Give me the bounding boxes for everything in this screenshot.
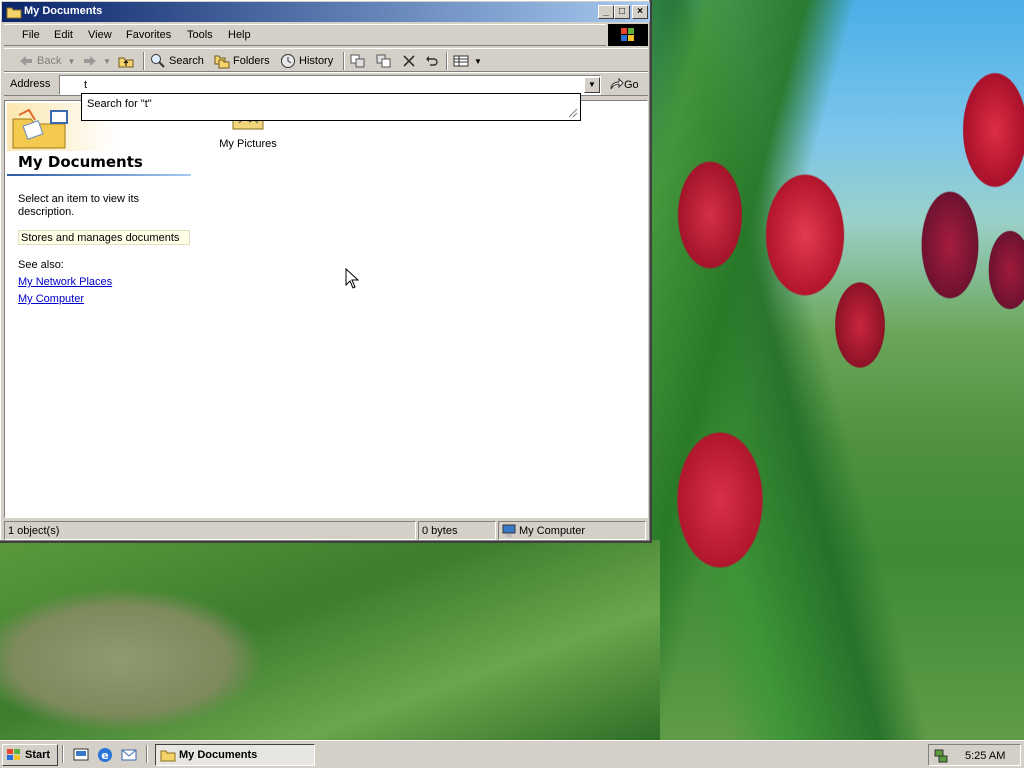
- go-label: Go: [624, 79, 639, 91]
- folders-label: Folders: [233, 55, 270, 67]
- go-button[interactable]: Go: [608, 77, 639, 93]
- explorer-window: My Documents _ □ × File Edit View Favori…: [0, 0, 652, 543]
- menu-view[interactable]: View: [88, 29, 112, 41]
- search-label: Search: [169, 55, 204, 67]
- menu-bar: File Edit View Favorites Tools Help: [4, 24, 606, 46]
- maximize-button[interactable]: □: [614, 5, 630, 19]
- status-zone: My Computer: [498, 521, 646, 540]
- standard-toolbar: Back ▼ ▼ Search Folders History ▼: [4, 48, 648, 72]
- address-input[interactable]: [59, 75, 601, 95]
- folders-icon: [214, 55, 230, 69]
- start-button[interactable]: Start: [2, 744, 58, 766]
- move-to-button[interactable]: [350, 51, 369, 71]
- go-arrow-icon: [610, 77, 624, 90]
- forward-arrow-icon: [84, 56, 96, 66]
- mouse-cursor-icon: [345, 268, 359, 289]
- link-my-computer[interactable]: My Computer: [18, 293, 84, 305]
- folder-content-pane[interactable]: My Documents Select an item to view its …: [4, 100, 648, 518]
- svg-text:e: e: [101, 749, 108, 762]
- taskbar-clock[interactable]: 5:25 AM: [965, 750, 1005, 762]
- menu-file[interactable]: File: [22, 29, 40, 41]
- toolbar-separator: [343, 52, 345, 70]
- undo-icon: [426, 56, 438, 66]
- my-computer-icon: [502, 524, 516, 537]
- delete-icon: [403, 55, 415, 67]
- folder-title: My Documents: [18, 153, 143, 171]
- see-also-label: See also:: [18, 259, 64, 271]
- history-label: History: [299, 55, 334, 67]
- taskbar: Start e My Documents 5:25 AM: [0, 740, 1024, 768]
- search-icon: [151, 54, 165, 68]
- windows-flag-icon: [7, 749, 20, 760]
- toolbar-separator: [446, 52, 448, 70]
- folder-info-box: Stores and manages documents: [18, 230, 190, 245]
- up-folder-icon: [118, 57, 134, 68]
- title-divider: [7, 174, 191, 176]
- close-button[interactable]: ×: [632, 5, 648, 19]
- back-button[interactable]: Back ▼: [18, 51, 75, 71]
- minimize-button[interactable]: _: [598, 5, 614, 19]
- network-icon[interactable]: [933, 748, 949, 764]
- move-to-icon: [350, 54, 365, 68]
- menu-favorites[interactable]: Favorites: [126, 29, 171, 41]
- history-icon: [281, 54, 295, 68]
- forward-dropdown-icon[interactable]: ▼: [103, 57, 111, 66]
- up-folder-button[interactable]: [118, 51, 137, 71]
- folders-button[interactable]: Folders: [214, 51, 270, 71]
- views-button[interactable]: ▼: [453, 51, 482, 71]
- undo-button[interactable]: [424, 51, 443, 71]
- back-dropdown-icon[interactable]: ▼: [67, 57, 75, 66]
- windows-logo-icon: [608, 24, 648, 46]
- taskbar-task-label: My Documents: [179, 749, 258, 761]
- taskbar-separator: [62, 745, 64, 763]
- desktop-wallpaper-foliage: [0, 540, 660, 740]
- history-button[interactable]: History: [280, 51, 333, 71]
- views-icon: [453, 55, 469, 67]
- back-arrow-icon: [20, 56, 32, 66]
- title-bar[interactable]: My Documents _ □ ×: [2, 2, 650, 22]
- copy-to-icon: [376, 54, 391, 68]
- folder-icon: [160, 750, 176, 762]
- taskbar-separator: [146, 745, 148, 763]
- window-title: My Documents: [24, 5, 103, 17]
- toolbar-separator: [143, 52, 145, 70]
- status-bar: 1 object(s) 0 bytes My Computer: [4, 521, 648, 541]
- menu-edit[interactable]: Edit: [54, 29, 73, 41]
- status-zone-label: My Computer: [519, 525, 586, 537]
- outlook-express-icon[interactable]: [120, 746, 138, 764]
- forward-button[interactable]: ▼: [82, 51, 111, 71]
- status-object-count: 1 object(s): [4, 521, 416, 540]
- file-item-label: My Pictures: [219, 138, 277, 150]
- my-documents-folder-icon: [12, 109, 68, 149]
- search-button[interactable]: Search: [150, 51, 204, 71]
- copy-to-button[interactable]: [376, 51, 395, 71]
- internet-explorer-icon[interactable]: e: [96, 746, 114, 764]
- status-size: 0 bytes: [418, 521, 496, 540]
- folder-description: Select an item to view its description.: [18, 193, 140, 218]
- menu-help[interactable]: Help: [228, 29, 251, 41]
- link-my-network-places[interactable]: My Network Places: [18, 276, 112, 288]
- show-desktop-icon[interactable]: [72, 746, 90, 764]
- address-dropdown-button[interactable]: ▼: [584, 77, 600, 93]
- autocomplete-item[interactable]: Search for "t": [87, 98, 152, 110]
- folder-icon: [6, 7, 22, 19]
- address-label: Address: [10, 78, 51, 90]
- delete-button[interactable]: [401, 51, 420, 71]
- system-tray: 5:25 AM: [928, 744, 1021, 766]
- views-dropdown-icon[interactable]: ▼: [474, 57, 482, 66]
- resize-grip-icon[interactable]: [568, 108, 578, 118]
- taskbar-button-my-documents[interactable]: My Documents: [155, 744, 315, 766]
- back-label: Back: [37, 55, 62, 67]
- start-label: Start: [25, 749, 51, 761]
- menu-tools[interactable]: Tools: [187, 29, 213, 41]
- address-autocomplete: Search for "t": [81, 93, 581, 121]
